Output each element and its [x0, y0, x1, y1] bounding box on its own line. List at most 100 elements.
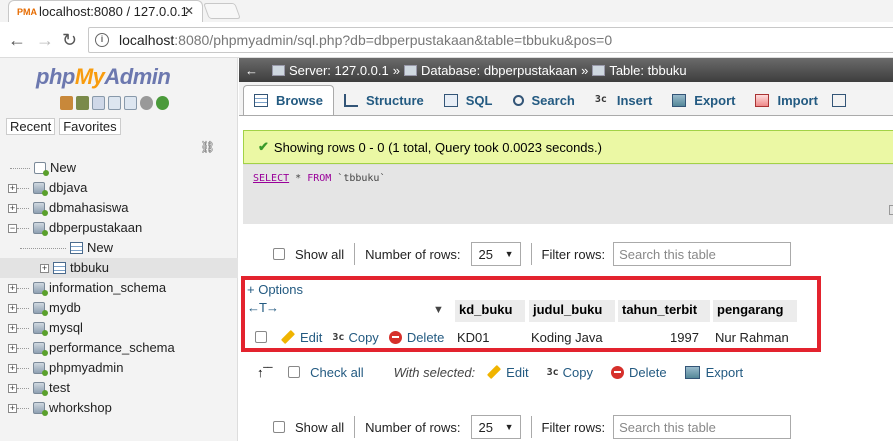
info-icon[interactable]: i: [95, 33, 109, 47]
column-arrows-icon[interactable]: ←T→: [247, 300, 279, 315]
column-header-judul-buku[interactable]: judul_buku: [529, 300, 615, 322]
check-all-label[interactable]: Check all: [310, 365, 363, 380]
tree-item-performance-schema[interactable]: + performance_schema: [0, 338, 238, 358]
expand-icon[interactable]: +: [8, 283, 17, 293]
export-icon: [672, 93, 687, 107]
tab-browse[interactable]: Browse: [243, 85, 334, 115]
breadcrumb-table[interactable]: Table: tbbuku: [609, 63, 686, 78]
cell-tahun-terbit[interactable]: 1997: [670, 330, 699, 345]
expand-icon[interactable]: +: [8, 303, 17, 313]
show-all-checkbox[interactable]: [273, 248, 285, 260]
table-row: Edit 3c Copy Delete: [255, 324, 454, 350]
database-icon: [33, 402, 48, 416]
cell-judul-buku[interactable]: Koding Java: [531, 330, 603, 345]
tab-import[interactable]: Import: [745, 85, 827, 115]
sql-icon: [443, 93, 458, 107]
column-header-tahun-terbit[interactable]: tahun_terbit: [618, 300, 710, 322]
expand-icon[interactable]: +: [8, 203, 17, 213]
tree-label: dbperpustakaan: [49, 220, 143, 235]
sql-keyword-select[interactable]: SELECT: [253, 173, 289, 184]
tab-export[interactable]: Export: [662, 85, 745, 115]
server-icon: [272, 64, 285, 76]
tree-item-dbjava[interactable]: + dbjava: [0, 178, 238, 198]
delete-label: Delete: [628, 364, 667, 380]
sort-dropdown-icon[interactable]: ▼: [433, 304, 444, 316]
collapse-nav-arrow-icon[interactable]: ←: [245, 63, 258, 78]
tree-label: dbmahasiswa: [49, 200, 129, 215]
num-rows-select[interactable]: 25 ▼: [470, 242, 521, 266]
expand-icon[interactable]: +: [8, 323, 17, 333]
bulk-delete-button[interactable]: Delete: [610, 364, 667, 380]
bulk-edit-button[interactable]: Edit: [487, 365, 529, 380]
tab-search[interactable]: Search: [503, 85, 585, 115]
tree-item-information-schema[interactable]: + information_schema: [0, 278, 238, 298]
close-tab-icon[interactable]: ✕: [184, 4, 194, 18]
reload-icon[interactable]: ↻: [62, 30, 77, 51]
url-field[interactable]: i localhost:8080/phpmyadmin/sql.php?db=d…: [88, 27, 893, 53]
tree-item-dbmahasiswa[interactable]: + dbmahasiswa: [0, 198, 238, 218]
tree-label: mydb: [49, 300, 81, 315]
options-toggle[interactable]: + Options: [247, 282, 303, 297]
docs-sql-icon[interactable]: [124, 96, 137, 110]
bulk-copy-button[interactable]: 3c Copy: [547, 365, 593, 380]
new-tab-button[interactable]: [203, 3, 241, 19]
tree-item-tbbuku[interactable]: + tbbuku: [0, 258, 238, 278]
tree-item-phpmyadmin[interactable]: + phpmyadmin: [0, 358, 238, 378]
cell-pengarang[interactable]: Nur Rahman: [715, 330, 789, 345]
docs-icon[interactable]: [108, 96, 121, 110]
home-icon[interactable]: [60, 96, 73, 110]
recent-button[interactable]: Recent: [6, 118, 56, 135]
expand-icon[interactable]: +: [8, 343, 17, 353]
column-header-kd-buku[interactable]: kd_buku: [455, 300, 525, 322]
bulk-export-button[interactable]: Export: [684, 364, 744, 380]
tree-item-whorkshop[interactable]: + whorkshop: [0, 398, 238, 418]
tree-item-mysql[interactable]: + mysql: [0, 318, 238, 338]
row-copy-button[interactable]: 3c Copy: [332, 330, 378, 345]
forward-arrow-icon[interactable]: →: [36, 30, 54, 51]
tree-item-new[interactable]: New: [0, 158, 238, 178]
breadcrumb-server[interactable]: Server: 127.0.0.1: [289, 63, 389, 78]
filter-rows-input[interactable]: Search this table: [613, 415, 792, 439]
tree-line: [20, 247, 66, 249]
filter-rows-input[interactable]: Search this table: [613, 242, 792, 266]
logo-admin: Admin: [104, 64, 171, 89]
expand-icon[interactable]: +: [8, 403, 17, 413]
tree-line: [17, 307, 29, 309]
favorites-button[interactable]: Favorites: [59, 118, 121, 135]
breadcrumb-database[interactable]: Database: dbperpustakaan: [421, 63, 577, 78]
export-label: Export: [705, 364, 744, 380]
tree-item-new-table[interactable]: New: [0, 238, 238, 258]
tab-structure[interactable]: Structure: [334, 85, 434, 115]
divider: [530, 416, 532, 438]
column-header-pengarang[interactable]: pengarang: [713, 300, 797, 322]
tree-item-test[interactable]: + test: [0, 378, 238, 398]
expand-icon[interactable]: +: [8, 363, 17, 373]
show-all-checkbox[interactable]: [273, 421, 285, 433]
delete-icon: [610, 365, 624, 379]
row-edit-button[interactable]: Edit: [280, 330, 322, 345]
tab-more[interactable]: [828, 85, 858, 115]
link-chain-icon[interactable]: ⛓: [200, 140, 215, 154]
row-delete-button[interactable]: Delete: [388, 330, 444, 345]
tree-item-mydb[interactable]: + mydb: [0, 298, 238, 318]
expand-icon[interactable]: +: [40, 263, 49, 273]
tab-sql[interactable]: SQL: [434, 85, 503, 115]
tab-insert[interactable]: 3c Insert: [585, 85, 662, 115]
reload-nav-icon[interactable]: [156, 96, 169, 110]
check-all-checkbox[interactable]: [288, 366, 301, 378]
cell-kd-buku[interactable]: KD01: [457, 330, 490, 345]
collapse-icon[interactable]: −: [8, 223, 17, 233]
logout-icon[interactable]: [76, 96, 89, 110]
gear-icon[interactable]: [140, 96, 153, 110]
tree-item-dbperpustakaan[interactable]: − dbperpustakaan: [0, 218, 238, 238]
num-rows-select[interactable]: 25 ▼: [470, 415, 521, 439]
query-window-icon[interactable]: [92, 96, 105, 110]
browser-tab[interactable]: PMA localhost:8080 / 127.0.0.1 ✕: [8, 0, 203, 22]
phpmyadmin-logo[interactable]: phpMyAdmin: [36, 64, 171, 90]
back-arrow-icon[interactable]: ←: [8, 30, 26, 51]
num-rows-label: Number of rows:: [365, 246, 461, 262]
expand-icon[interactable]: +: [8, 383, 17, 393]
row-checkbox[interactable]: [255, 331, 267, 343]
expand-icon[interactable]: +: [8, 183, 17, 193]
structure-icon: [343, 93, 358, 107]
